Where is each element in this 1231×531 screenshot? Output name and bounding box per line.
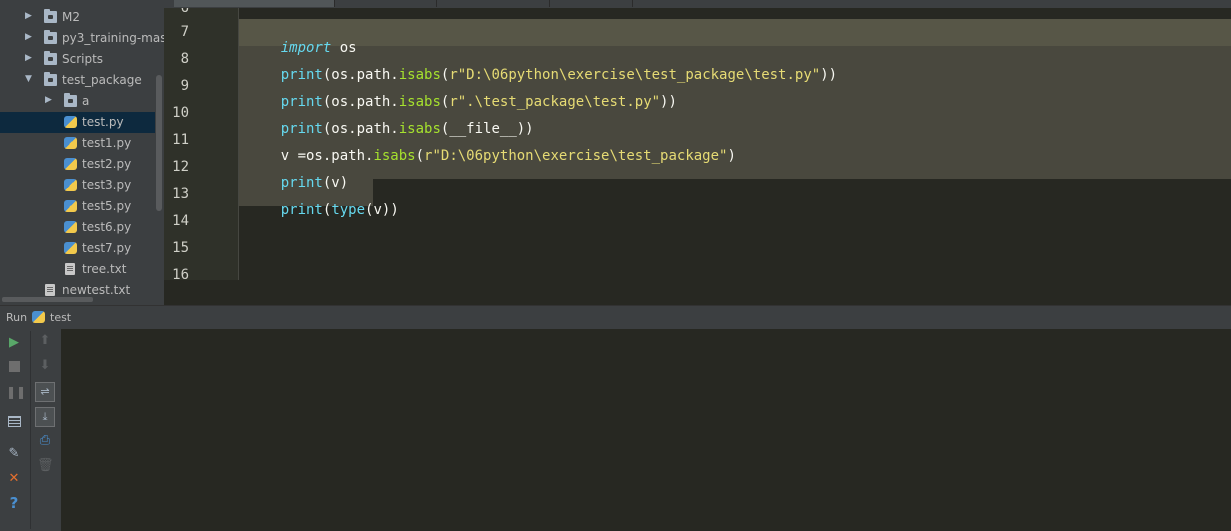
tree-item-label: a [82, 94, 90, 108]
tree-item-label: test1.py [82, 136, 132, 150]
tree-item-label: test6.py [82, 220, 132, 234]
chevron-right-icon[interactable]: ▶ [25, 32, 32, 42]
folder-icon [64, 93, 77, 107]
editor-bottom-area [164, 280, 1231, 304]
text-file-icon [45, 284, 55, 296]
chevron-down-icon[interactable]: ▼ [25, 74, 32, 84]
scroll-to-end-icon[interactable]: ⤓ [35, 407, 55, 427]
tree-item-label: test5.py [82, 199, 132, 213]
python-file-icon [64, 221, 77, 233]
python-file-icon [64, 137, 77, 149]
tree-item-a[interactable]: ▶ a [0, 91, 155, 112]
run-console-output[interactable] [61, 329, 1231, 531]
python-file-icon [64, 179, 77, 191]
tree-item-label: test_package [62, 73, 142, 87]
tree-item-label: newtest.txt [62, 283, 131, 297]
editor-tab[interactable] [444, 0, 550, 7]
chevron-right-icon[interactable]: ▶ [45, 95, 52, 105]
trash-icon[interactable]: 🗑 [37, 458, 54, 474]
pin-icon[interactable]: ✎ [6, 446, 22, 462]
line-number: 10 [172, 105, 189, 121]
tree-item-test6-py[interactable]: test6.py [0, 217, 155, 238]
python-file-icon [64, 116, 77, 128]
tree-item-test-package[interactable]: ▼ test_package [0, 70, 155, 91]
folder-icon [44, 72, 57, 86]
folder-icon [44, 51, 57, 65]
tree-item-label: py3_training-mast [62, 31, 164, 45]
tree-item-test1-py[interactable]: test1.py [0, 133, 155, 154]
text-file-icon [65, 263, 75, 275]
code-editor[interactable]: import os print(os.path.isabs(r"D:\06pyt… [239, 8, 1231, 280]
tree-item-label: test7.py [82, 241, 132, 255]
tree-item-test2-py[interactable]: test2.py [0, 154, 155, 175]
help-icon[interactable]: ? [6, 495, 22, 511]
editor-tab[interactable] [557, 0, 633, 7]
tree-item-test-py[interactable]: test.py [0, 112, 155, 133]
soft-wrap-icon[interactable]: ⇌ [35, 382, 55, 402]
python-file-icon [64, 242, 77, 254]
current-line-highlight [239, 19, 1231, 46]
dump-threads-icon[interactable] [6, 414, 22, 430]
tree-item-tree-txt[interactable]: tree.txt [0, 259, 155, 280]
down-arrow-icon[interactable]: ⬇ [37, 358, 53, 374]
tree-item-label: M2 [62, 10, 80, 24]
close-icon[interactable]: ✕ [6, 471, 22, 487]
tree-item-label: test3.py [82, 178, 132, 192]
line-number: 12 [172, 159, 189, 175]
sidebar-vertical-scrollbar[interactable] [156, 75, 162, 211]
run-toolbar: ▶ ❚❚ ✎ ✕ ? ⬆ ⬇ ⇌ ⤓ ⎙ 🗑 [0, 329, 61, 531]
line-number: 11 [172, 132, 189, 148]
run-panel-label: Run [6, 311, 28, 324]
run-config-name[interactable]: test [50, 311, 71, 324]
python-file-icon [64, 200, 77, 212]
line-number: 9 [180, 78, 189, 94]
editor-tab-bar [164, 0, 1231, 8]
editor-tab[interactable] [336, 0, 437, 7]
chevron-right-icon[interactable]: ▶ [25, 11, 32, 21]
python-file-icon [32, 311, 45, 323]
run-icon[interactable]: ▶ [6, 335, 22, 351]
tree-item-test3-py[interactable]: test3.py [0, 175, 155, 196]
editor-tab[interactable] [174, 0, 335, 7]
tree-item-label: Scripts [62, 52, 104, 66]
run-panel-header: Run test [0, 305, 1231, 329]
tree-item-py3-training[interactable]: ▶ py3_training-mast [0, 28, 164, 49]
tree-item-test7-py[interactable]: test7.py [0, 238, 155, 259]
editor-gutter: 6 7 8 9 10 11 12 13 14 15 16 [164, 8, 239, 280]
line-number: 13 [172, 186, 189, 202]
chevron-right-icon[interactable]: ▶ [25, 53, 32, 63]
tree-item-label: tree.txt [82, 262, 127, 276]
stop-icon[interactable] [6, 359, 22, 375]
line-number: 15 [172, 240, 189, 256]
line-number: 14 [172, 213, 189, 229]
up-arrow-icon[interactable]: ⬆ [37, 333, 53, 349]
project-tree: ▶ M2 ▶ py3_training-mast ▶ Scripts ▼ tes… [0, 0, 164, 305]
line-number: 7 [180, 24, 189, 40]
line-number: 8 [180, 51, 189, 67]
print-icon[interactable]: ⎙ [37, 433, 53, 449]
line-number: 6 [180, 8, 189, 16]
pause-icon[interactable]: ❚❚ [6, 384, 26, 400]
line-number: 16 [172, 267, 189, 280]
folder-icon [44, 9, 57, 23]
tree-item-test5-py[interactable]: test5.py [0, 196, 155, 217]
tree-item-m2[interactable]: ▶ M2 [0, 7, 155, 28]
tree-item-label: test2.py [82, 157, 132, 171]
tree-item-scripts[interactable]: ▶ Scripts [0, 49, 155, 70]
toolbar-divider [30, 331, 31, 529]
tree-item-label: test.py [82, 115, 124, 129]
python-file-icon [64, 158, 77, 170]
sidebar-horizontal-scrollbar[interactable] [2, 297, 93, 302]
code-line[interactable]: print(type(v)) [247, 186, 399, 234]
folder-icon [44, 30, 57, 44]
